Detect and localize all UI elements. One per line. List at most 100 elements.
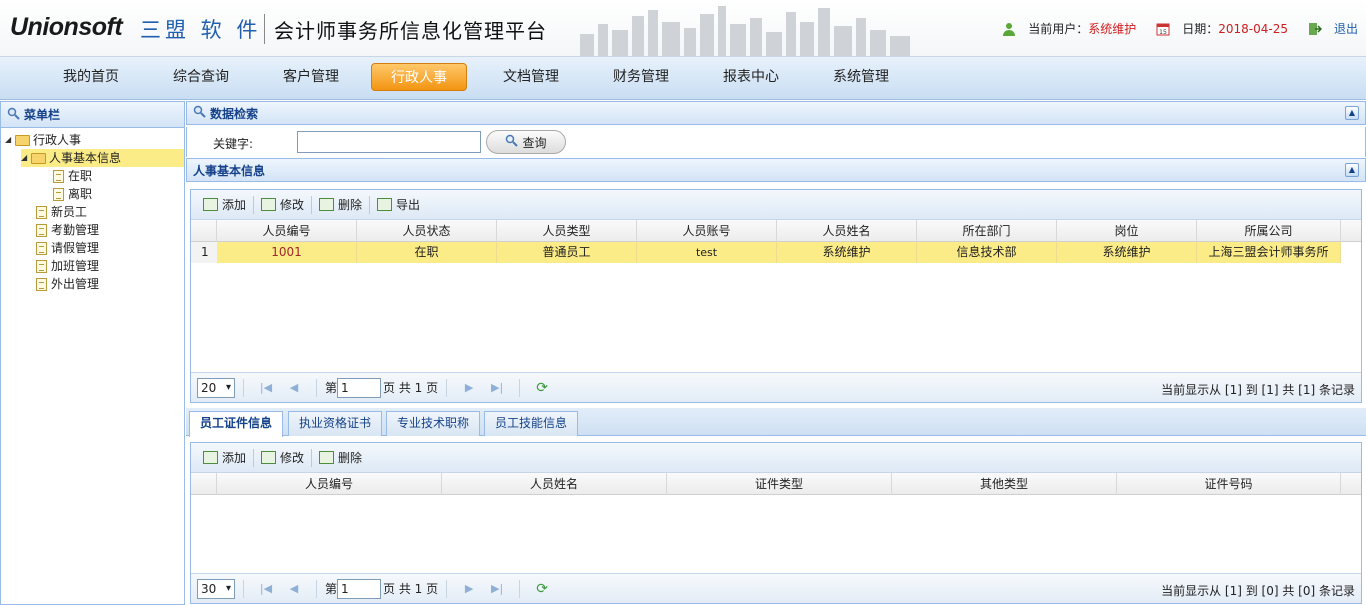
first-page-icon[interactable]: |◀ [258, 381, 274, 394]
tree-item-outing[interactable]: 外出管理 [36, 275, 99, 293]
last-page-icon[interactable]: ▶| [489, 381, 505, 394]
export-icon [377, 198, 393, 211]
tab-id-documents[interactable]: 员工证件信息 [189, 411, 284, 437]
expand-arrow-icon[interactable]: ◢ [5, 131, 15, 149]
search-icon [193, 105, 206, 121]
nav-documents[interactable]: 文档管理 [483, 63, 579, 91]
last-page-icon[interactable]: ▶| [489, 582, 505, 595]
delete-icon [319, 198, 335, 211]
calendar-icon: 15 [1156, 22, 1170, 36]
tree-item-overtime[interactable]: 加班管理 [36, 257, 99, 275]
column-header[interactable]: 证件类型 [667, 473, 892, 495]
next-page-icon[interactable]: ▶ [461, 381, 477, 394]
pager-divider [519, 579, 521, 598]
detail-tabs: 员工证件信息 执业资格证书 专业技术职称 员工技能信息 [186, 408, 1366, 437]
expand-arrow-icon[interactable]: ◢ [21, 149, 31, 167]
export-button[interactable]: 导出 [371, 193, 426, 217]
logo-text: Unionsoft [10, 13, 123, 41]
edit-button[interactable]: 修改 [255, 446, 310, 470]
prev-page-icon[interactable]: ◀ [286, 582, 302, 595]
page-size-select[interactable]: 30 [197, 578, 235, 599]
column-header[interactable]: 人员姓名 [442, 473, 667, 495]
edit-button[interactable]: 修改 [255, 193, 310, 217]
tree-item-label: 行政人事 [33, 133, 82, 147]
cell-department: 信息技术部 [917, 242, 1057, 263]
edit-label: 修改 [280, 198, 305, 212]
user-info-bar: 当前用户： 系统维护 15 日期： 2018-04-25 退出 [1002, 20, 1358, 37]
first-page-icon[interactable]: |◀ [258, 582, 274, 595]
tab-skills[interactable]: 员工技能信息 [484, 411, 579, 436]
column-header[interactable]: 人员账号 [637, 220, 777, 242]
page-number-input[interactable]: 1 [337, 377, 382, 398]
tree-item-attendance[interactable]: 考勤管理 [36, 221, 99, 239]
pager-info: 当前显示从 [1] 到 [1] 共 [1] 条记录 [1161, 383, 1355, 397]
column-header[interactable]: 人员状态 [357, 220, 497, 242]
column-header[interactable]: 人员姓名 [777, 220, 917, 242]
search-form: 关键字: 查询 [186, 127, 1366, 157]
pager-divider [316, 378, 317, 397]
sidebar-title: 菜单栏 [24, 108, 61, 122]
column-header[interactable]: 所属公司 [1197, 220, 1341, 242]
nav-finance[interactable]: 财务管理 [593, 63, 689, 91]
column-header[interactable]: 其他类型 [892, 473, 1117, 495]
column-header[interactable]: 岗位 [1057, 220, 1197, 242]
tree-item-employed[interactable]: 在职 [53, 167, 92, 185]
tab-professional-titles[interactable]: 专业技术职称 [386, 411, 481, 436]
column-header[interactable]: 人员类型 [497, 220, 637, 242]
tree-item-label: 新员工 [51, 205, 88, 219]
table-row[interactable]: 1 1001 在职 普通员工 test 系统维护 信息技术部 系统维护 上海三盟… [191, 242, 1341, 263]
delete-icon [319, 451, 335, 464]
tree-item-resigned[interactable]: 离职 [53, 185, 92, 203]
add-button[interactable]: 添加 [197, 193, 252, 217]
nav-reports[interactable]: 报表中心 [703, 63, 799, 91]
row-number: 1 [191, 242, 217, 263]
search-icon [7, 107, 20, 123]
refresh-icon[interactable]: ⟳ [534, 380, 550, 396]
add-icon [203, 451, 218, 464]
nav-customers[interactable]: 客户管理 [263, 63, 359, 91]
collapse-icon[interactable]: ▲ [1345, 106, 1359, 120]
nav-hr-admin[interactable]: 行政人事 [371, 63, 467, 91]
search-button[interactable]: 查询 [486, 130, 566, 154]
toolbar-divider [253, 195, 255, 214]
nav-system[interactable]: 系统管理 [813, 63, 909, 91]
add-label: 添加 [222, 451, 247, 465]
prev-page-icon[interactable]: ◀ [286, 381, 302, 394]
file-icon [36, 205, 47, 219]
pager-divider [519, 378, 521, 397]
logout-icon[interactable] [1308, 22, 1323, 36]
current-user-label: 当前用户： [1028, 22, 1089, 36]
nav-home[interactable]: 我的首页 [43, 63, 139, 91]
tree-item-leave[interactable]: 请假管理 [36, 239, 99, 257]
nav-query[interactable]: 综合查询 [153, 63, 249, 91]
delete-button[interactable]: 删除 [313, 446, 368, 470]
collapse-icon[interactable]: ▲ [1345, 163, 1359, 177]
keyword-input[interactable] [297, 131, 481, 153]
logo-cn-text: 三盟 软 件 [140, 18, 262, 42]
tree-item-new-employee[interactable]: 新员工 [36, 203, 87, 221]
next-page-icon[interactable]: ▶ [461, 582, 477, 595]
column-header[interactable]: 所在部门 [917, 220, 1057, 242]
column-header[interactable]: 人员编号 [217, 473, 442, 495]
personnel-toolbar: 添加 修改 删除 导出 [191, 190, 1361, 220]
add-button[interactable]: 添加 [197, 446, 252, 470]
page-suffix: 页 共 1 页 [383, 582, 439, 596]
edit-label: 修改 [280, 451, 305, 465]
tree-item-hr-admin[interactable]: ◢ 行政人事 [5, 131, 81, 149]
column-header[interactable]: 证件号码 [1117, 473, 1341, 495]
page-size-select[interactable]: 20 [197, 377, 235, 398]
delete-button[interactable]: 删除 [313, 193, 368, 217]
column-header[interactable]: 人员编号 [217, 220, 357, 242]
tab-practice-certificates[interactable]: 执业资格证书 [288, 411, 383, 436]
svg-text:15: 15 [1159, 29, 1167, 36]
edit-icon [261, 198, 277, 211]
refresh-icon[interactable]: ⟳ [534, 581, 550, 597]
personnel-panel-title: 人事基本信息 [193, 163, 266, 178]
file-icon [53, 169, 64, 183]
delete-label: 删除 [338, 451, 363, 465]
toolbar-divider [253, 448, 255, 467]
logout-link[interactable]: 退出 [1334, 20, 1358, 37]
folder-icon [31, 152, 46, 164]
page-number-input[interactable]: 1 [337, 578, 382, 599]
tree-item-personnel-info[interactable]: ◢ 人事基本信息 [21, 149, 184, 167]
